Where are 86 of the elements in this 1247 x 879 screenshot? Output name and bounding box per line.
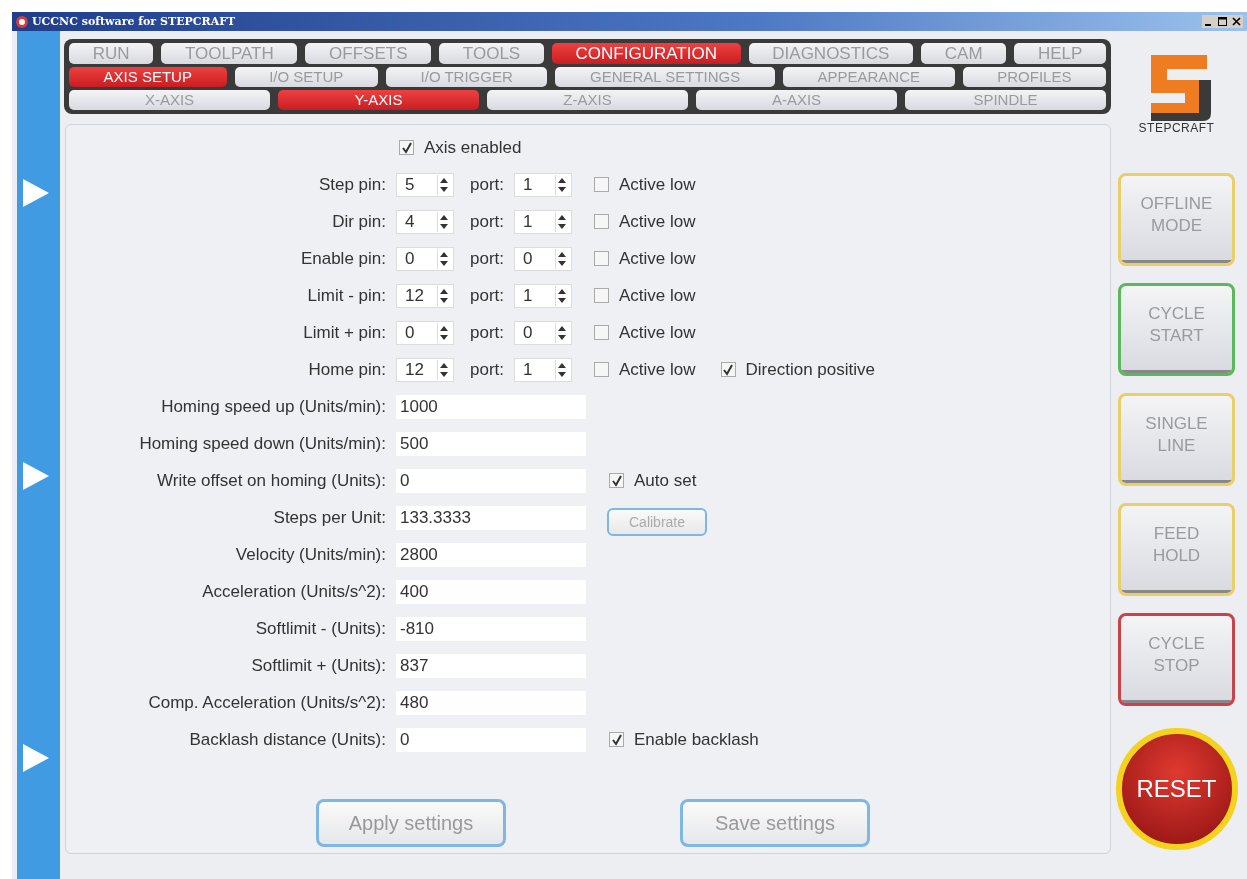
input-field[interactable]: 1000 bbox=[396, 394, 586, 419]
logo-text: STEPCRAFT bbox=[1138, 121, 1215, 135]
checkbox-label: Axis enabled bbox=[424, 137, 522, 158]
number-spin-box[interactable]: 1 bbox=[514, 172, 573, 197]
checkbox-label: Active low bbox=[619, 359, 696, 380]
checkbox[interactable] bbox=[594, 251, 610, 266]
input-field[interactable]: 0 bbox=[396, 727, 586, 752]
spin-arrows-icon[interactable] bbox=[437, 285, 451, 306]
app-icon bbox=[16, 15, 28, 28]
spin-arrows-icon[interactable] bbox=[437, 248, 451, 269]
expand-arrow-icon[interactable] bbox=[22, 178, 50, 208]
field-label: Step pin: bbox=[317, 174, 387, 195]
tab[interactable]: CONFIGURATION bbox=[551, 43, 741, 64]
field-label: Homing speed down (Units/min): bbox=[138, 433, 387, 454]
number-spin-box[interactable]: 0 bbox=[396, 320, 454, 345]
field-label: Acceleration (Units/s^2): bbox=[201, 581, 387, 602]
number-spin-box[interactable]: 0 bbox=[514, 246, 573, 271]
field-label: port: bbox=[470, 211, 505, 232]
field-label: Backlash distance (Units): bbox=[188, 729, 387, 750]
maximize-icon[interactable] bbox=[1216, 15, 1229, 28]
field-label: Softlimit - (Units): bbox=[254, 618, 387, 639]
field-label: Write offset on homing (Units): bbox=[156, 470, 387, 491]
number-spin-box[interactable]: 0 bbox=[396, 246, 454, 271]
field-label: Home pin: bbox=[307, 359, 387, 380]
control-button[interactable]: CYCLE START bbox=[1118, 283, 1235, 376]
tab[interactable]: AXIS SETUP bbox=[69, 67, 227, 87]
checkbox[interactable] bbox=[594, 362, 610, 377]
checkbox[interactable] bbox=[720, 362, 736, 377]
checkbox[interactable] bbox=[594, 288, 610, 303]
field-label: Steps per Unit: bbox=[272, 507, 387, 528]
field-label: Limit + pin: bbox=[302, 322, 387, 343]
checkbox[interactable] bbox=[594, 214, 610, 229]
field-label: Comp. Acceleration (Units/s^2): bbox=[147, 692, 387, 713]
tab[interactable]: Y-AXIS bbox=[278, 90, 479, 110]
control-button[interactable]: CYCLE STOP bbox=[1118, 613, 1235, 706]
number-spin-box[interactable]: 4 bbox=[396, 209, 454, 234]
input-field[interactable]: 480 bbox=[396, 690, 586, 715]
expand-arrow-icon[interactable] bbox=[22, 461, 50, 491]
field-label: Limit - pin: bbox=[306, 285, 387, 306]
number-spin-box[interactable]: 12 bbox=[396, 357, 454, 382]
checkbox-label: Direction positive bbox=[745, 359, 875, 380]
field-label: port: bbox=[470, 359, 505, 380]
checkbox[interactable] bbox=[609, 732, 624, 747]
field-label: Homing speed up (Units/min): bbox=[160, 396, 387, 417]
settings-button[interactable]: Save settings bbox=[680, 799, 870, 847]
input-field[interactable]: 0 bbox=[396, 468, 586, 493]
spin-arrows-icon[interactable] bbox=[437, 174, 451, 195]
field-label: Softlimit + (Units): bbox=[250, 655, 387, 676]
number-spin-box[interactable]: 1 bbox=[514, 283, 573, 308]
settings-button[interactable]: Apply settings bbox=[316, 799, 506, 847]
number-spin-box[interactable]: 0 bbox=[514, 320, 573, 345]
field-label: Velocity (Units/min): bbox=[234, 544, 387, 565]
checkbox-label: Active low bbox=[619, 211, 696, 232]
expand-arrow-icon[interactable] bbox=[22, 743, 50, 773]
checkbox[interactable] bbox=[399, 140, 414, 155]
window-title: UCCNC software for STEPCRAFT bbox=[32, 15, 237, 28]
input-field[interactable]: 500 bbox=[396, 431, 586, 456]
number-spin-box[interactable]: 12 bbox=[396, 283, 454, 308]
input-field[interactable]: -810 bbox=[396, 616, 586, 641]
number-spin-box[interactable]: 1 bbox=[514, 357, 573, 382]
checkbox-label: Active low bbox=[619, 174, 696, 195]
spin-arrows-icon[interactable] bbox=[437, 211, 451, 232]
input-field[interactable]: 837 bbox=[396, 653, 586, 678]
checkbox-label: Active low bbox=[619, 285, 696, 306]
checkbox-label: Auto set bbox=[634, 470, 697, 491]
checkbox[interactable] bbox=[594, 325, 610, 340]
input-field[interactable]: 2800 bbox=[396, 542, 586, 567]
reset-button[interactable]: RESET bbox=[1115, 728, 1238, 850]
checkbox-label: Active low bbox=[619, 248, 696, 269]
spin-arrows-icon[interactable] bbox=[437, 322, 451, 343]
checkbox[interactable] bbox=[609, 473, 624, 488]
field-label: port: bbox=[470, 322, 505, 343]
field-label: port: bbox=[470, 285, 505, 306]
field-label: port: bbox=[470, 248, 505, 269]
number-spin-box[interactable]: 5 bbox=[396, 172, 454, 197]
checkbox[interactable] bbox=[594, 177, 610, 192]
input-field[interactable]: 133.3333 bbox=[396, 505, 586, 530]
checkbox-label: Enable backlash bbox=[634, 729, 759, 750]
field-label: port: bbox=[470, 174, 505, 195]
close-icon[interactable] bbox=[1230, 15, 1243, 28]
field-label: Dir pin: bbox=[331, 211, 387, 232]
checkbox-label: Active low bbox=[619, 322, 696, 343]
spin-arrows-icon[interactable] bbox=[437, 359, 451, 380]
field-label: Enable pin: bbox=[299, 248, 387, 269]
number-spin-box[interactable]: 1 bbox=[514, 209, 573, 234]
input-field[interactable]: 400 bbox=[396, 579, 586, 604]
